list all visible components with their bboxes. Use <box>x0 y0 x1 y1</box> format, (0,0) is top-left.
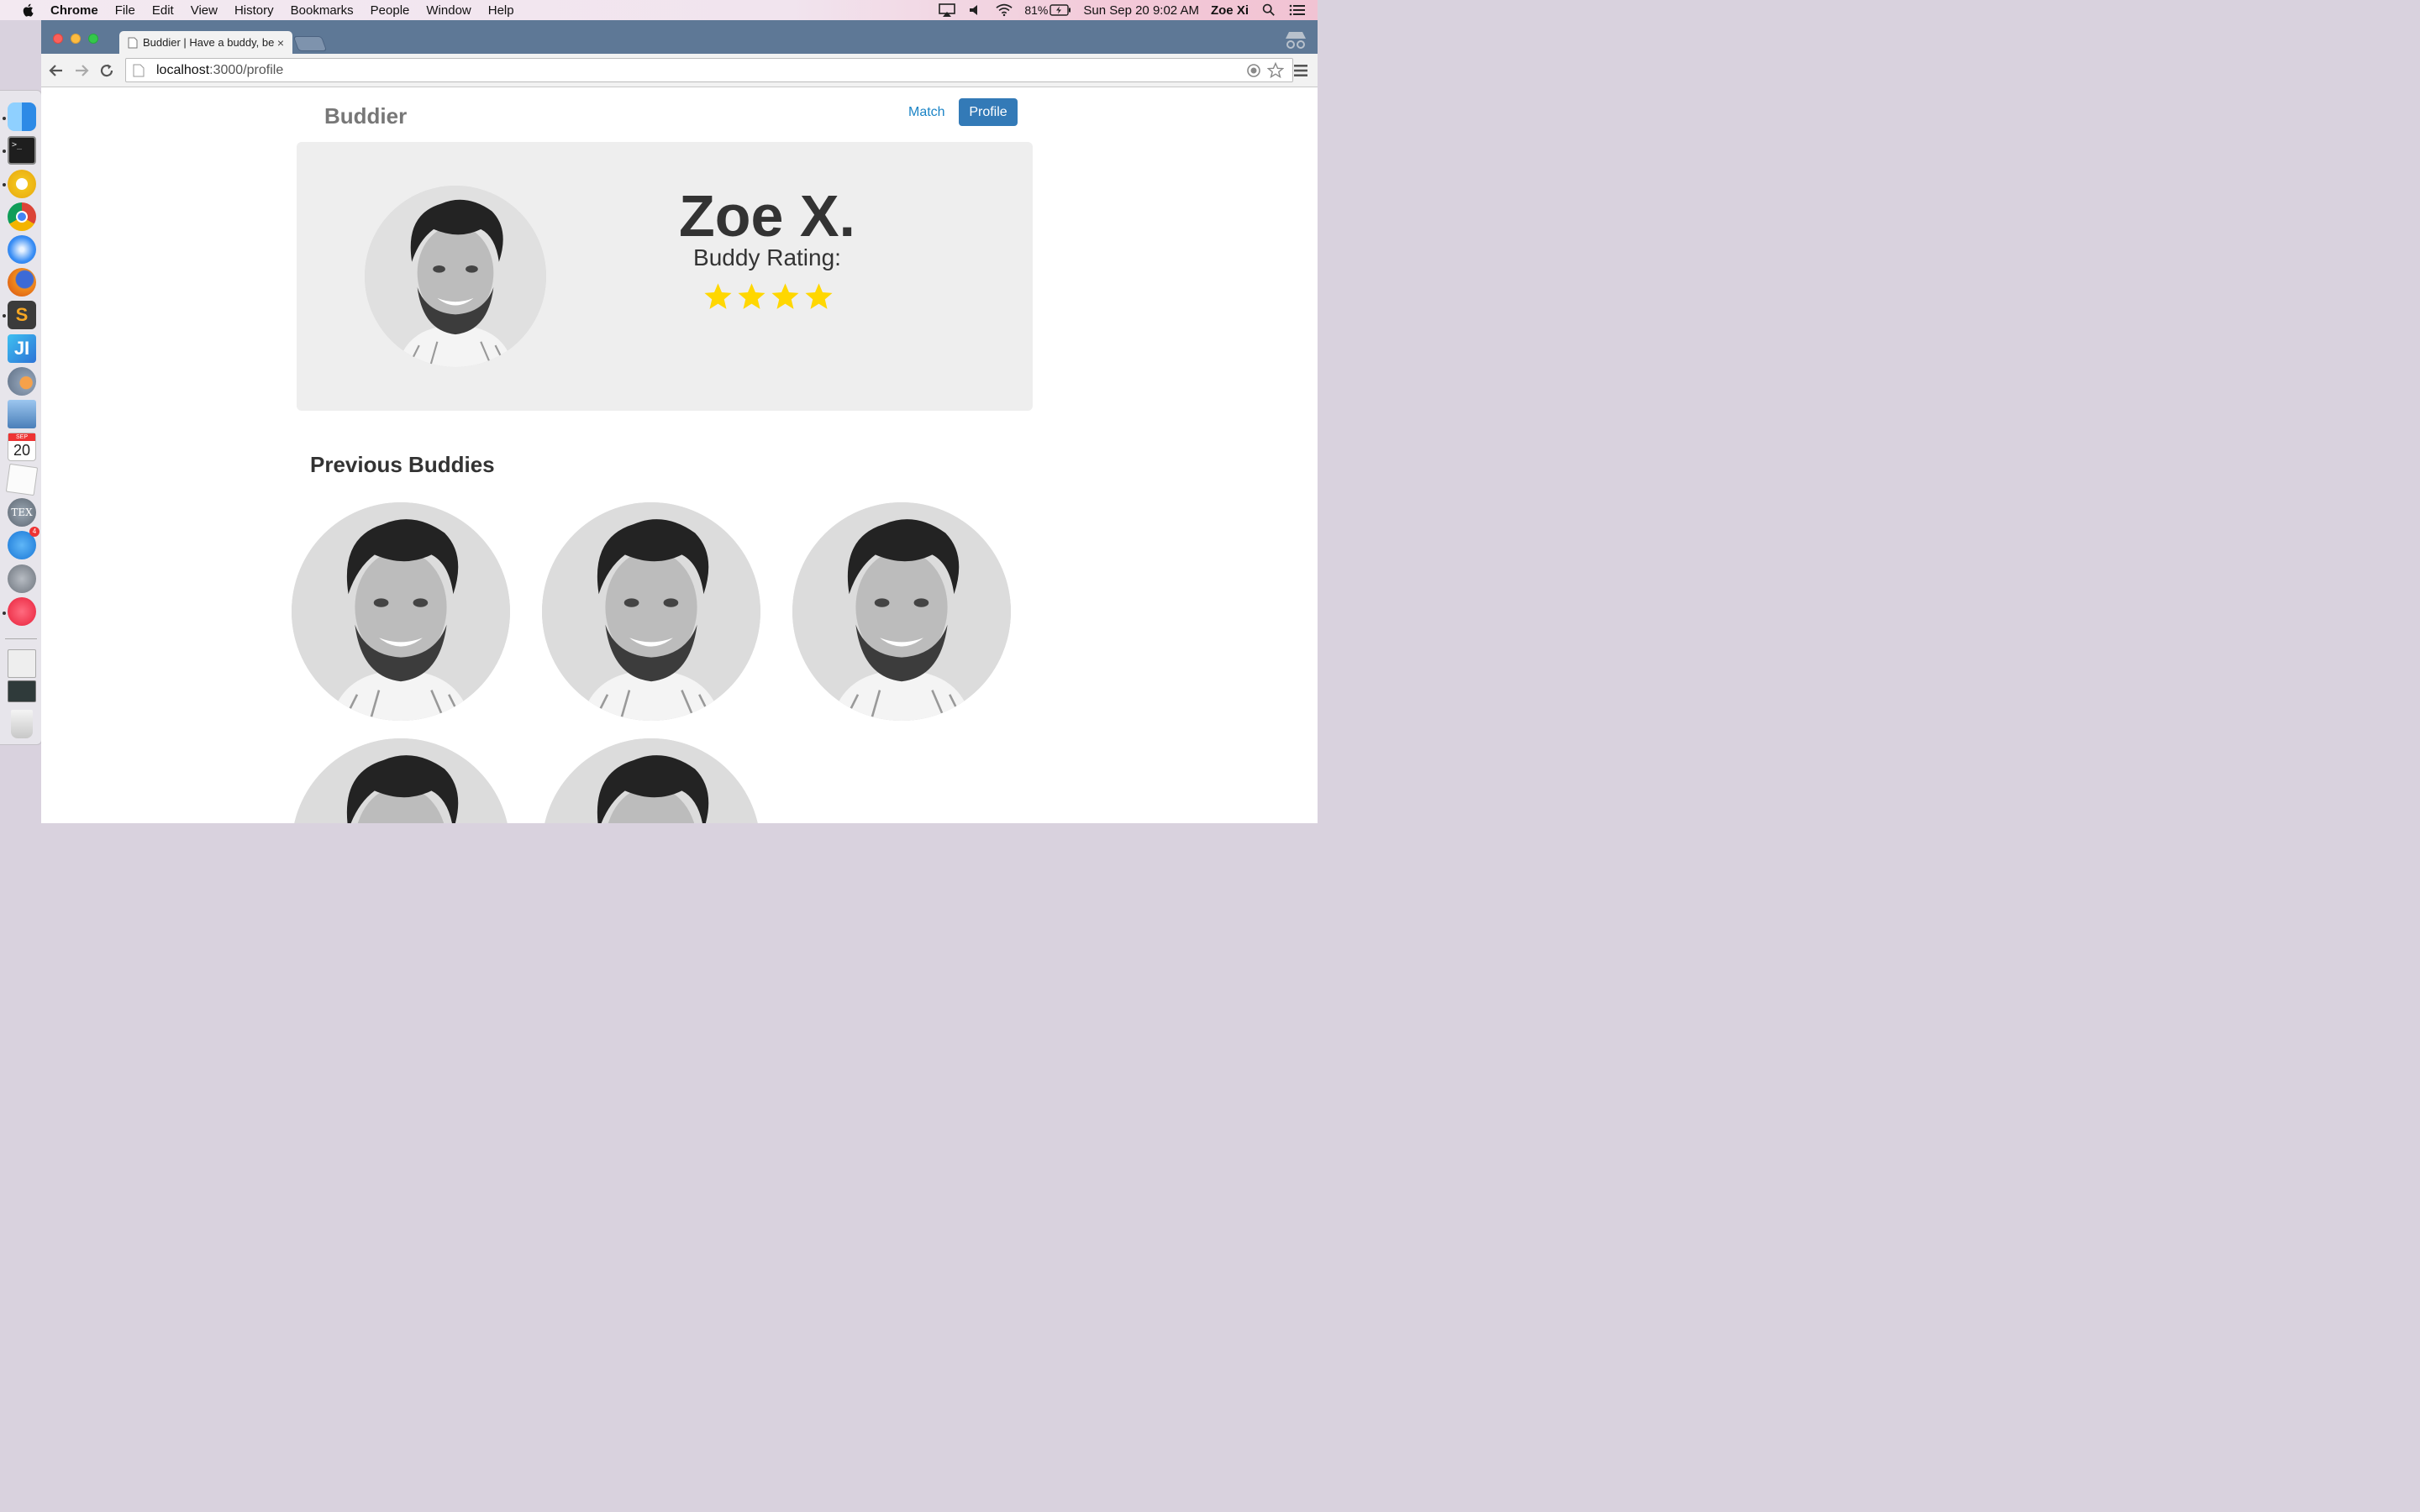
bookmark-star-icon[interactable] <box>1267 62 1284 79</box>
page-content: Buddier Match Profile Zoe X. Buddy Ratin… <box>41 88 1318 823</box>
battery-icon[interactable] <box>1050 3 1071 17</box>
wifi-icon[interactable] <box>996 3 1013 17</box>
clock[interactable]: Sun Sep 20 9:02 AM <box>1083 3 1199 18</box>
chrome-canary-icon[interactable] <box>8 170 36 198</box>
tab-title: Buddier | Have a buddy, be <box>143 36 274 49</box>
buddy-avatar[interactable] <box>542 738 760 823</box>
calendar-day: 20 <box>13 442 31 459</box>
intellij-icon[interactable]: JI <box>8 334 36 363</box>
buddy-photo <box>542 502 760 721</box>
volume-icon[interactable] <box>967 3 984 17</box>
menu-edit[interactable]: Edit <box>152 3 174 18</box>
forward-arrow-icon <box>76 65 89 76</box>
buddy-rating-stars <box>702 281 834 312</box>
window-thumbnail-icon[interactable] <box>8 649 36 678</box>
profile-name: Zoe X. <box>678 183 856 249</box>
buddy-avatar[interactable] <box>292 502 510 721</box>
profile-photo <box>365 186 546 367</box>
airplay-icon[interactable] <box>939 3 956 17</box>
menu-file[interactable]: File <box>115 3 135 18</box>
safari-icon[interactable] <box>8 235 36 264</box>
back-arrow-icon <box>49 65 62 76</box>
rating-star-icon <box>738 283 765 309</box>
user-name-menu[interactable]: Zoe Xi <box>1211 3 1249 18</box>
buddy-rating-label: Buddy Rating: <box>693 244 841 270</box>
buddy-photo <box>292 738 510 823</box>
notification-center-icon[interactable] <box>1289 3 1306 17</box>
spotlight-icon[interactable] <box>1260 3 1277 17</box>
buddy-avatar[interactable] <box>292 738 510 823</box>
rating-star-icon <box>805 283 833 309</box>
buddy-avatar[interactable] <box>542 502 760 721</box>
chrome-icon[interactable] <box>8 202 36 231</box>
menu-window[interactable]: Window <box>426 3 471 18</box>
apple-menu-icon[interactable] <box>18 3 37 17</box>
close-window-button[interactable] <box>53 34 63 44</box>
rating-star-icon <box>771 283 799 309</box>
reload-icon <box>100 64 113 77</box>
menu-bookmarks[interactable]: Bookmarks <box>291 3 354 18</box>
app-store-badge: 4 <box>29 527 39 537</box>
terminal-icon[interactable]: >_ <box>8 136 36 165</box>
browser-tab[interactable]: Buddier | Have a buddy, be × <box>119 31 292 54</box>
location-target-icon[interactable] <box>1245 62 1262 79</box>
sublime-text-icon[interactable]: S <box>8 301 36 329</box>
menu-view[interactable]: View <box>191 3 218 18</box>
minimize-window-button[interactable] <box>71 34 81 44</box>
running-indicator <box>3 314 6 318</box>
menu-history[interactable]: History <box>234 3 274 18</box>
site-brand[interactable]: Buddier <box>324 103 407 129</box>
tex-icon[interactable]: TEX <box>8 498 36 527</box>
browser-window: Buddier | Have a buddy, be × localhost:3… <box>41 20 1318 823</box>
preview-icon[interactable] <box>8 400 36 428</box>
launchpad-icon[interactable] <box>8 564 36 593</box>
textedit-icon[interactable] <box>5 463 39 496</box>
buddy-avatar[interactable] <box>792 502 1011 721</box>
running-indicator <box>3 117 6 120</box>
previous-buddies-title: Previous Buddies <box>310 452 495 477</box>
menu-people[interactable]: People <box>371 3 410 18</box>
rating-star-icon <box>704 283 732 309</box>
calendar-icon[interactable]: SEP 20 <box>8 433 36 461</box>
tab-strip: Buddier | Have a buddy, be × <box>41 20 1318 54</box>
zoom-window-button[interactable] <box>88 34 98 44</box>
buddy-photo <box>792 502 1011 721</box>
new-tab-button[interactable] <box>292 36 328 51</box>
running-indicator <box>3 183 6 186</box>
page-favicon-icon <box>128 37 138 48</box>
finder-icon[interactable] <box>8 102 36 131</box>
firefox-icon[interactable] <box>8 268 36 297</box>
buddy-photo <box>292 502 510 721</box>
close-tab-icon[interactable]: × <box>274 36 287 50</box>
chrome-menu-icon[interactable] <box>1291 60 1311 81</box>
address-bar[interactable]: localhost:3000/profile <box>125 58 1293 82</box>
url-path: :3000/profile <box>209 62 284 77</box>
reload-button[interactable] <box>97 60 117 81</box>
terminal-thumbnail-icon[interactable] <box>8 680 36 702</box>
incognito-icon <box>1286 32 1306 49</box>
menu-help[interactable]: Help <box>488 3 514 18</box>
itunes-icon[interactable] <box>8 597 36 626</box>
menu-bar: Chrome File Edit View History Bookmarks … <box>0 0 1318 20</box>
nav-profile-button[interactable]: Profile <box>959 98 1018 126</box>
browser-toolbar: localhost:3000/profile <box>41 54 1318 87</box>
url-host: localhost <box>156 62 210 77</box>
page-icon <box>133 64 145 76</box>
battery-percent: 81% <box>1024 3 1049 17</box>
forward-button[interactable] <box>71 60 92 81</box>
profile-avatar <box>365 186 546 367</box>
running-indicator <box>3 150 6 153</box>
buddy-photo <box>542 738 760 823</box>
menu-app-name[interactable]: Chrome <box>50 3 98 18</box>
calendar-month: SEP <box>8 433 35 441</box>
running-indicator <box>3 612 6 615</box>
dock: >_ S JI SEP 20 TEX 4 <box>0 90 42 745</box>
camino-icon[interactable] <box>8 367 36 396</box>
app-store-icon[interactable]: 4 <box>8 527 39 559</box>
profile-card: Zoe X. Buddy Rating: <box>297 142 1033 411</box>
dock-separator <box>5 638 37 639</box>
trash-icon[interactable] <box>11 710 33 738</box>
nav-match-link[interactable]: Match <box>908 105 945 120</box>
back-button[interactable] <box>46 60 66 81</box>
